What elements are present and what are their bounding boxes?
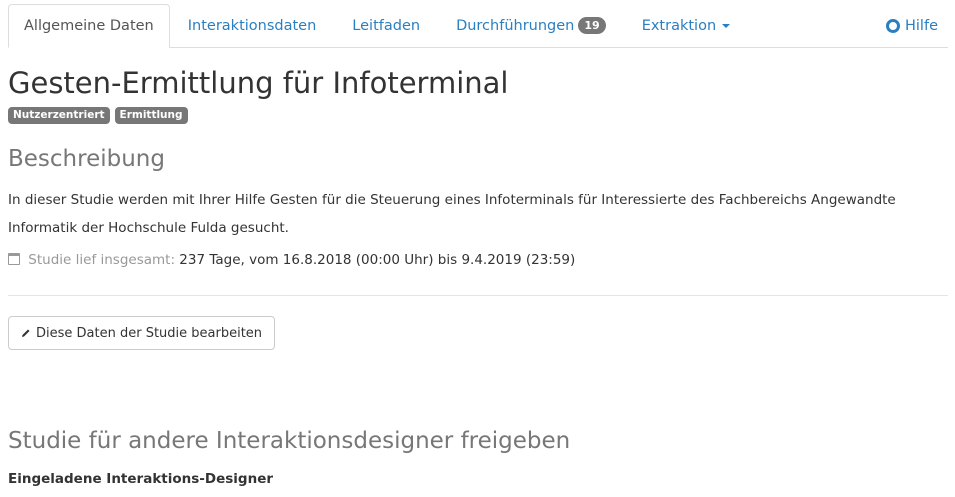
tab-extraktion-dropdown[interactable]: Extraktion [624,4,748,47]
tab-label: Extraktion [641,17,717,34]
tab-label: Durchführungen [456,17,575,34]
study-duration: Studie lief insgesamt: 237 Tage, vom 16.… [8,252,575,268]
edit-study-button[interactable]: Diese Daten der Studie bearbeiten [8,316,276,350]
help-label: Hilfe [905,17,938,34]
tag-label: Nutzerzentriert [8,107,110,124]
calendar-icon [8,253,20,265]
page: Allgemeine Daten Interaktionsdaten Leitf… [0,0,955,497]
share-heading: Studie für andere Interaktionsdesigner f… [8,428,571,454]
tab-leitfaden[interactable]: Leitfaden [334,4,438,47]
tab-interaktionsdaten[interactable]: Interaktionsdaten [170,4,335,47]
tab-label: Interaktionsdaten [187,17,317,34]
tab-bar: Allgemeine Daten Interaktionsdaten Leitf… [8,4,948,48]
edit-button-label: Diese Daten der Studie bearbeiten [36,325,263,341]
tag-label: Ermittlung [114,107,188,124]
count-badge: 19 [578,16,606,35]
pencil-icon [22,329,30,337]
description-heading: Beschreibung [8,146,165,172]
caret-down-icon [722,23,731,28]
page-title: Gesten-Ermittlung für Infoterminal [8,66,509,100]
help-link[interactable]: Hilfe [868,4,948,47]
duration-value: 237 Tage, vom 16.8.2018 (00:00 Uhr) bis … [179,252,576,268]
description-text: In dieser Studie werden mit Ihrer Hilfe … [8,192,896,236]
tab-durchfuehrungen[interactable]: Durchführungen 19 [438,4,624,47]
divider [8,295,948,296]
lifebuoy-icon [886,18,900,33]
tag-list: Nutzerzentriert Ermittlung [8,107,188,124]
invited-designers-heading: Eingeladene Interaktions-Designer [8,471,274,487]
tab-label: Leitfaden [352,17,421,34]
duration-label: Studie lief insgesamt: [28,252,175,268]
tab-label: Allgemeine Daten [24,18,154,34]
tab-allgemeine-daten[interactable]: Allgemeine Daten [8,4,170,48]
